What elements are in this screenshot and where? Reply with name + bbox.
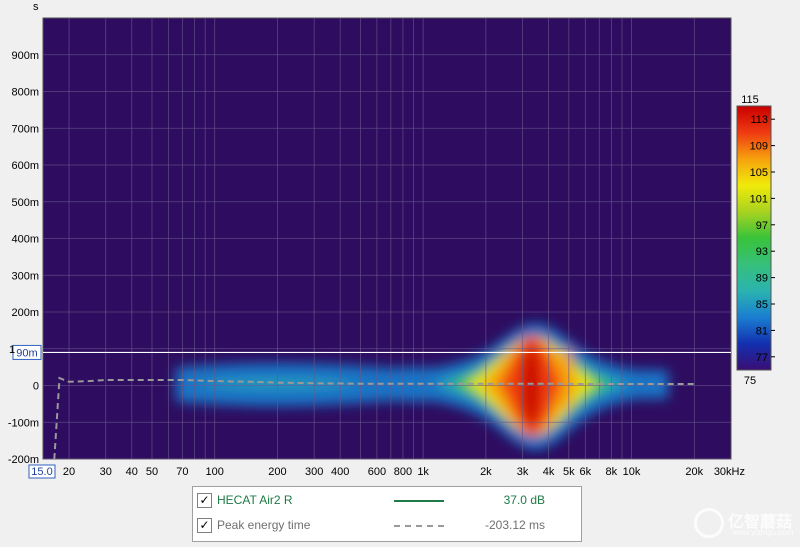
series-point-0-14	[485, 383, 486, 384]
series-point-0-17	[585, 383, 586, 384]
series-point-0-7	[182, 379, 183, 380]
color-scale-label-8: 81	[756, 325, 768, 337]
series-point-0-1	[59, 378, 60, 379]
series-point-0-3	[89, 380, 90, 381]
color-scale-bar: 113 109 105 101 97 93 89 85 81 77 115 75	[736, 94, 775, 387]
y-tick-label-7: 200m	[11, 307, 39, 319]
x-tick-label-15: 5k	[563, 466, 575, 478]
y-tick-label-9: 0	[33, 381, 39, 393]
spectrogram-chart[interactable]: s 90m 900m800m700m600m500m400m300m200m10…	[0, 0, 800, 547]
x-axis-unit-label: 30kHz	[714, 466, 745, 478]
series-point-0-18	[631, 383, 632, 384]
x-tick-label-6: 200	[268, 466, 286, 478]
series-point-0-11	[314, 383, 315, 384]
watermark: 亿智蘑菇 www.yizhigu.com	[692, 504, 796, 544]
y-tick-label-2: 700m	[11, 123, 39, 135]
legend-panel: ✓ HECAT Air2 R 37.0 dB ✓ Peak energy tim…	[192, 486, 582, 542]
color-scale-label-6: 89	[756, 273, 768, 285]
legend-checkbox-peak-energy[interactable]: ✓	[197, 518, 212, 533]
x-tick-label-14: 4k	[543, 466, 555, 478]
color-scale-max-label: 115	[741, 94, 759, 106]
x-tick-label-10: 800	[394, 466, 412, 478]
series-point-0-8	[214, 380, 215, 381]
legend-label-measurement: HECAT Air2 R	[217, 493, 293, 507]
series-point-0-19	[694, 383, 695, 384]
color-scale-label-5: 93	[756, 246, 768, 258]
x-tick-label-8: 400	[331, 466, 349, 478]
series-point-0-9	[251, 381, 252, 382]
x-tick-label-9: 600	[368, 466, 386, 478]
x-tick-label-18: 10k	[623, 466, 641, 478]
y-tick-label-5: 400m	[11, 234, 39, 246]
x-tick-label-1: 30	[100, 466, 112, 478]
y-axis-unit-label: s	[33, 1, 39, 13]
x-axis-tick-labels: 20 30 40 50 70 100 200 300 400 600 800 1k 2k 3k 4k 5k 6k…	[28, 464, 745, 479]
color-scale-label-1: 109	[750, 141, 768, 153]
color-scale-label-0: 113	[750, 114, 768, 126]
series-point-0-4	[105, 379, 106, 380]
y-tick-label-1: 800m	[11, 87, 39, 99]
color-scale-label-4: 97	[756, 220, 768, 232]
y-tick-label-11: -200m	[8, 454, 39, 466]
heat-core-yellow	[559, 348, 574, 409]
cursor-value-label: 90m	[16, 347, 37, 359]
legend-row-peak-energy[interactable]: ✓ Peak energy time -203.12 ms	[193, 515, 581, 537]
x-start-label: 15.0	[31, 466, 52, 478]
mushroom-logo-icon	[694, 508, 724, 538]
series-point-0-10	[277, 382, 278, 383]
series-point-0-12	[360, 383, 361, 384]
y-tick-label-4: 500m	[11, 197, 39, 209]
color-scale-label-2: 105	[750, 167, 768, 179]
x-tick-label-17: 8k	[606, 466, 618, 478]
x-tick-label-3: 50	[146, 466, 158, 478]
color-scale-min-label: 75	[744, 375, 756, 387]
x-tick-label-12: 2k	[480, 466, 492, 478]
x-tick-label-13: 3k	[517, 466, 529, 478]
x-tick-label-19: 20k	[685, 466, 703, 478]
x-tick-label-2: 40	[126, 466, 138, 478]
legend-value-measurement: 37.0 dB	[503, 493, 545, 507]
x-tick-label-5: 100	[206, 466, 224, 478]
x-tick-label-4: 70	[176, 466, 188, 478]
y-tick-label-8: 1	[9, 344, 15, 356]
color-scale-label-3: 101	[750, 193, 768, 205]
legend-value-peak-energy: -203.12 ms	[484, 518, 545, 532]
legend-swatch-peak-energy	[394, 525, 444, 527]
series-point-0-5	[131, 379, 132, 380]
x-tick-label-0: 20	[63, 466, 75, 478]
series-point-0-13	[423, 383, 424, 384]
legend-checkbox-measurement[interactable]: ✓	[197, 493, 212, 508]
color-scale-label-9: 77	[756, 352, 768, 364]
y-tick-label-10: -100m	[8, 417, 39, 429]
legend-label-peak-energy: Peak energy time	[217, 518, 311, 532]
legend-row-measurement[interactable]: ✓ HECAT Air2 R 37.0 dB	[193, 490, 581, 512]
x-tick-label-16: 6k	[580, 466, 592, 478]
y-tick-label-3: 600m	[11, 160, 39, 172]
series-point-0-2	[68, 381, 69, 382]
x-tick-label-7: 300	[305, 466, 323, 478]
series-point-0-6	[151, 379, 152, 380]
watermark-url: www.yizhigu.com	[732, 528, 794, 537]
rew-spectrogram-window: s 90m 900m 800m 700m 600m 500m 400m 300m 200m 1 0…	[0, 0, 800, 547]
y-tick-label-6: 300m	[11, 270, 39, 282]
y-axis-tick-labels: 900m 800m 700m 600m 500m 400m 300m 200m 1 0 -100m -…	[8, 50, 39, 466]
color-scale-label-7: 85	[756, 299, 768, 311]
x-tick-label-11: 1k	[417, 466, 429, 478]
series-point-0-16	[548, 383, 549, 384]
legend-swatch-measurement	[394, 500, 444, 502]
series-point-0-15	[522, 383, 523, 384]
y-tick-label-0: 900m	[11, 50, 39, 62]
